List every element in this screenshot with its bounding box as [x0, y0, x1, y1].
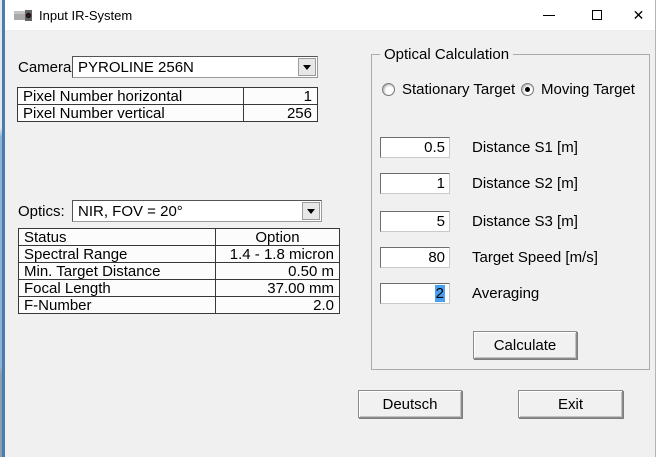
distance-s2-input[interactable]: 1	[380, 173, 450, 194]
distance-s1-input[interactable]: 0.5	[380, 137, 450, 158]
group-title: Optical Calculation	[380, 46, 513, 63]
close-button[interactable]: ✕	[621, 0, 656, 30]
table-cell-label: Min. Target Distance	[19, 263, 216, 280]
table-cell-label: Focal Length	[19, 280, 216, 297]
camera-combobox-value: PYROLINE 256N	[78, 59, 194, 76]
target-speed-input[interactable]: 80	[380, 247, 450, 268]
camera-app-icon	[14, 8, 33, 23]
camera-label: Camera:	[18, 59, 76, 76]
selected-text: 2	[435, 285, 445, 302]
chevron-down-icon	[307, 209, 315, 214]
field-row-distance-s3: 5 Distance S3 [m]	[380, 211, 650, 232]
dialog-input-ir-system: Input IR-System ✕ Camera: PYROLINE 256N …	[5, 0, 656, 457]
minimize-button[interactable]	[526, 0, 572, 30]
camera-dropdown-button[interactable]	[298, 58, 316, 76]
optics-label: Optics:	[18, 203, 65, 220]
table-header-option: Option	[216, 229, 340, 246]
field-row-target-speed: 80 Target Speed [m/s]	[380, 247, 650, 268]
table-cell-value: 256	[244, 105, 318, 122]
chevron-down-icon	[303, 65, 311, 70]
optics-table: Status Option Spectral Range 1.4 - 1.8 m…	[18, 228, 340, 314]
camera-table: Pixel Number horizontal 1 Pixel Number v…	[17, 87, 318, 122]
table-cell-label: Spectral Range	[19, 246, 216, 263]
radio-moving-target[interactable]: Moving Target	[521, 81, 635, 97]
table-row: Min. Target Distance 0.50 m	[19, 263, 340, 280]
table-header-status: Status	[19, 229, 216, 246]
target-speed-label: Target Speed [m/s]	[472, 249, 598, 266]
radio-label: Stationary Target	[402, 81, 515, 98]
radio-stationary-target[interactable]: Stationary Target	[382, 81, 515, 97]
table-cell-value: 37.00 mm	[216, 280, 340, 297]
distance-s1-label: Distance S1 [m]	[472, 139, 578, 156]
maximize-button[interactable]	[574, 0, 620, 30]
table-cell-label: F-Number	[19, 297, 216, 314]
averaging-input[interactable]: 2	[380, 283, 450, 304]
field-row-averaging: 2 Averaging	[380, 283, 650, 304]
radio-button-selected-icon	[521, 83, 534, 96]
table-row: F-Number 2.0	[19, 297, 340, 314]
close-icon: ✕	[633, 8, 645, 22]
field-row-distance-s1: 0.5 Distance S1 [m]	[380, 137, 650, 158]
table-cell-value: 2.0	[216, 297, 340, 314]
maximize-icon	[592, 10, 602, 20]
camera-combobox[interactable]: PYROLINE 256N	[72, 56, 318, 78]
radio-label: Moving Target	[541, 81, 635, 98]
minimize-icon	[543, 15, 555, 16]
deutsch-button[interactable]: Deutsch	[358, 390, 462, 418]
distance-s2-label: Distance S2 [m]	[472, 175, 578, 192]
optics-dropdown-button[interactable]	[302, 202, 320, 220]
exit-button[interactable]: Exit	[518, 390, 623, 418]
table-cell-label: Pixel Number horizontal	[18, 88, 244, 105]
table-cell-value: 0.50 m	[216, 263, 340, 280]
distance-s3-label: Distance S3 [m]	[472, 213, 578, 230]
radio-button-icon	[382, 83, 395, 96]
titlebar: Input IR-System ✕	[5, 0, 655, 31]
table-row: Spectral Range 1.4 - 1.8 micron	[19, 246, 340, 263]
distance-s3-input[interactable]: 5	[380, 211, 450, 232]
table-row: Pixel Number horizontal 1	[18, 88, 318, 105]
averaging-label: Averaging	[472, 285, 539, 302]
table-row: Focal Length 37.00 mm	[19, 280, 340, 297]
table-header-row: Status Option	[19, 229, 340, 246]
table-row: Pixel Number vertical 256	[18, 105, 318, 122]
optics-combobox-value: NIR, FOV = 20°	[78, 203, 183, 220]
table-cell-value: 1.4 - 1.8 micron	[216, 246, 340, 263]
table-cell-label: Pixel Number vertical	[18, 105, 244, 122]
field-row-distance-s2: 1 Distance S2 [m]	[380, 173, 650, 194]
optics-combobox[interactable]: NIR, FOV = 20°	[72, 200, 322, 222]
table-cell-value: 1	[244, 88, 318, 105]
calculate-button[interactable]: Calculate	[473, 331, 577, 359]
window-title: Input IR-System	[39, 8, 132, 23]
